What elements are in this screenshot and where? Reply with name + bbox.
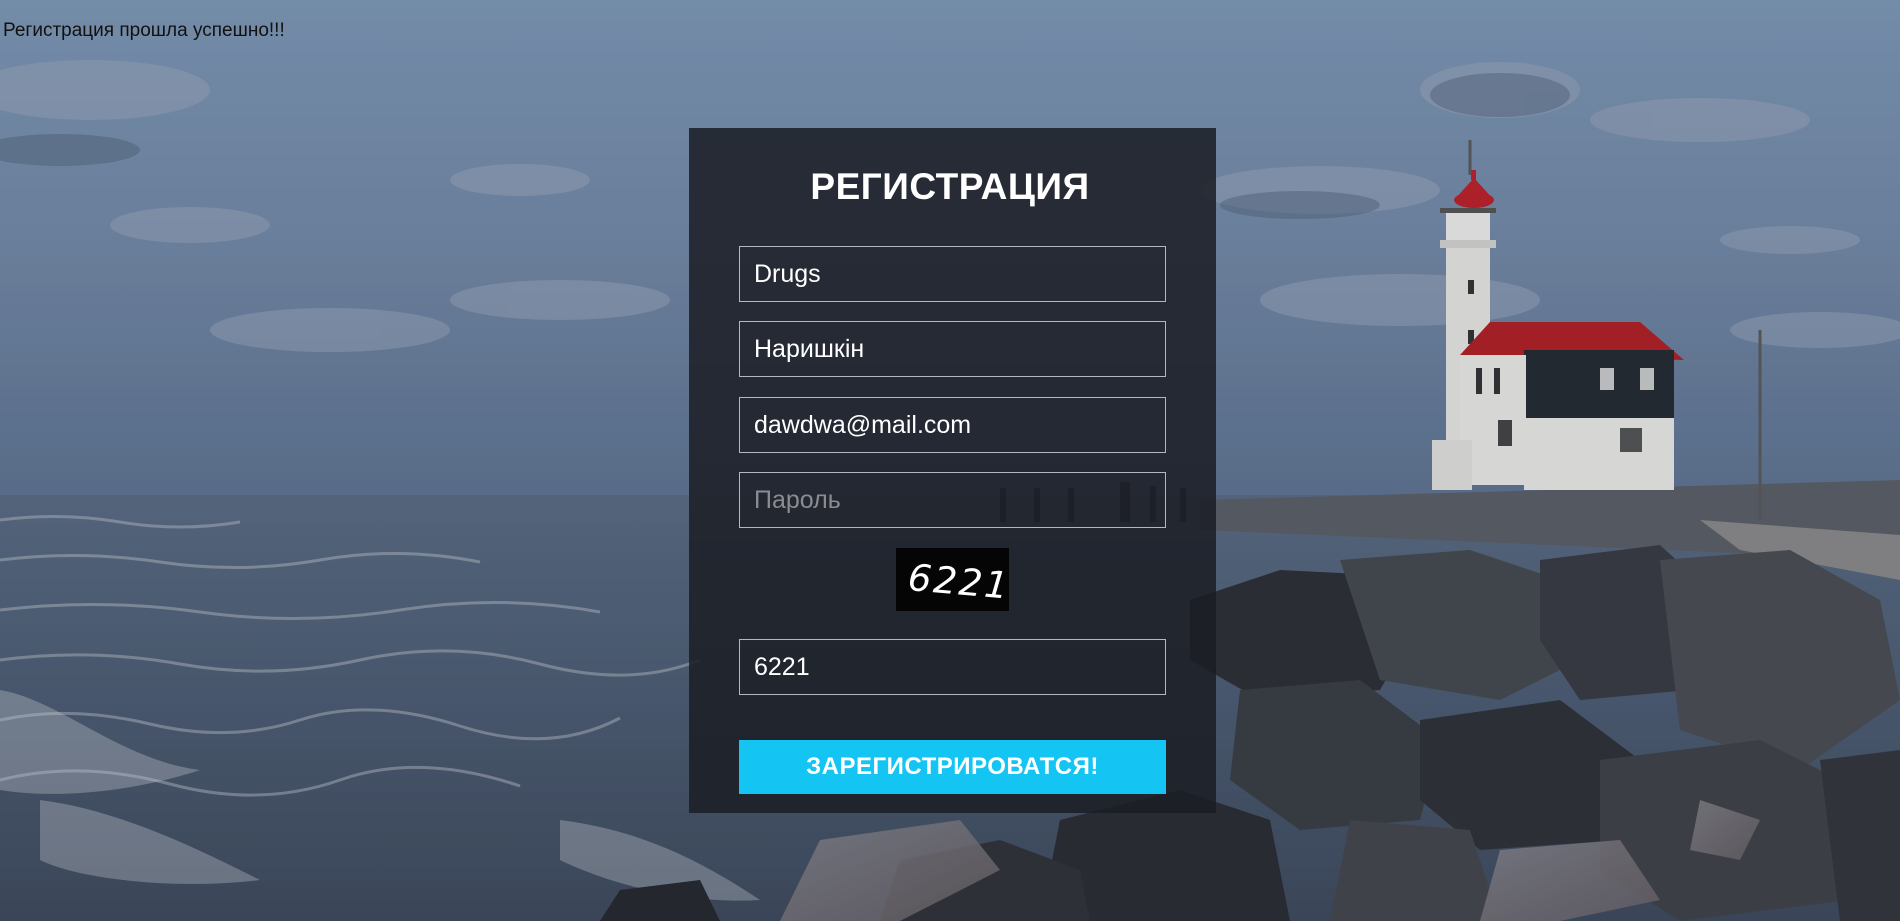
registration-success-message: Регистрация прошла успешно!!! (3, 20, 285, 41)
captcha-input[interactable] (739, 639, 1166, 695)
last-name-input[interactable] (739, 321, 1166, 377)
password-input[interactable] (739, 472, 1166, 528)
email-input[interactable] (739, 397, 1166, 453)
page-title: РЕГИСТРАЦИЯ (810, 166, 1090, 207)
registration-panel (689, 128, 1216, 813)
first-name-input[interactable] (739, 246, 1166, 302)
register-button[interactable]: ЗАРЕГИСТРИРОВАТСЯ! (739, 740, 1166, 794)
captcha-image: 6221 (896, 548, 1009, 611)
captcha-code: 6221 (906, 556, 1009, 608)
